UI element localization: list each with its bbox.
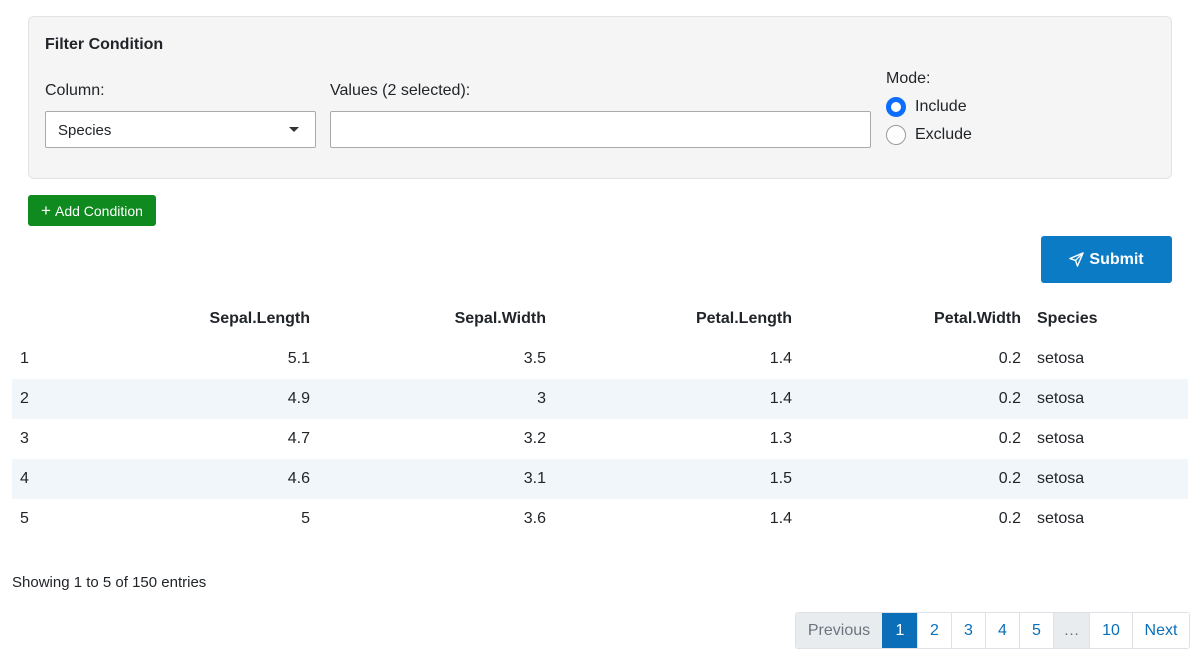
pagination-page-4[interactable]: 4 [985,613,1019,648]
cell-species: setosa [1037,510,1085,527]
cell-petal-width: 0.2 [998,510,1021,527]
add-condition-label: Add Condition [54,202,143,219]
add-condition-button[interactable]: + Add Condition [28,195,156,226]
cell-sepal-length: 4.6 [132,459,318,499]
cell-species: setosa [1037,430,1085,447]
cell-sepal-length: 5 [301,510,310,527]
cell-petal-length: 1.4 [769,510,792,527]
data-table: Sepal.Length Sepal.Width Petal.Length Pe… [12,299,1188,539]
cell-petal-width: 0.2 [800,459,1029,499]
cell-sepal-length: 4.7 [287,430,310,447]
pagination-page-3[interactable]: 3 [951,613,985,648]
cell-petal-length: 1.4 [554,379,800,419]
plus-icon: + [41,201,51,220]
cell-petal-width: 0.2 [998,350,1021,367]
table-row: 3 4.7 3.2 1.3 0.2 setosa [12,419,1188,459]
cell-sepal-width: 3.6 [523,510,546,527]
cell-petal-width: 0.2 [998,430,1021,447]
cell-petal-length: 1.4 [769,350,792,367]
pagination-ellipsis: … [1053,613,1089,648]
table-row: 5 5 3.6 1.4 0.2 setosa [12,499,1188,539]
caret-down-icon [289,127,299,132]
mode-include-option[interactable]: Include [886,97,967,117]
submit-label: Submit [1089,250,1144,268]
cell-index: 4 [12,459,132,499]
pagination: Previous 1 2 3 4 5 … 10 Next [795,612,1190,649]
cell-index: 1 [20,350,29,367]
paper-plane-icon [1069,252,1085,267]
table-row: 2 4.9 3 1.4 0.2 setosa [12,379,1188,419]
cell-index: 2 [12,379,132,419]
table-header-row: Sepal.Length Sepal.Width Petal.Length Pe… [12,299,1188,339]
column-header-index[interactable] [12,299,132,339]
pagination-page-2[interactable]: 2 [917,613,951,648]
pagination-next[interactable]: Next [1132,613,1189,648]
cell-sepal-width: 3.1 [318,459,554,499]
column-header-petal-width[interactable]: Petal.Width [800,299,1029,339]
cell-species: setosa [1029,459,1188,499]
column-header-species[interactable]: Species [1029,299,1188,339]
pagination-previous[interactable]: Previous [796,613,882,648]
cell-sepal-width: 3.2 [523,430,546,447]
cell-species: setosa [1037,350,1085,367]
cell-index: 3 [20,430,29,447]
submit-button[interactable]: Submit [1041,236,1172,283]
filter-condition-panel: Filter Condition Column: Species Values … [28,16,1172,179]
mode-include-label: Include [915,98,967,115]
cell-sepal-length: 5.1 [287,350,310,367]
pagination-page-10[interactable]: 10 [1089,613,1132,648]
column-select[interactable]: Species [45,111,316,148]
panel-title: Filter Condition [45,36,164,53]
column-header-sepal-width[interactable]: Sepal.Width [318,299,554,339]
cell-petal-width: 0.2 [800,379,1029,419]
values-input[interactable] [330,111,871,148]
cell-sepal-length: 4.9 [132,379,318,419]
mode-exclude-label: Exclude [915,126,972,143]
mode-label: Mode: [886,70,931,87]
radio-checked-icon[interactable] [886,97,906,117]
table-row: 4 4.6 3.1 1.5 0.2 setosa [12,459,1188,499]
radio-unchecked-icon[interactable] [886,125,906,145]
pagination-page-5[interactable]: 5 [1019,613,1053,648]
cell-index: 5 [20,510,29,527]
values-label: Values (2 selected): [330,82,471,99]
cell-petal-length: 1.5 [554,459,800,499]
table-info: Showing 1 to 5 of 150 entries [12,574,207,591]
column-header-petal-length[interactable]: Petal.Length [554,299,800,339]
table-row: 1 5.1 3.5 1.4 0.2 setosa [12,339,1188,379]
column-header-sepal-length[interactable]: Sepal.Length [132,299,318,339]
column-select-value: Species [58,122,112,139]
cell-species: setosa [1029,379,1188,419]
column-label: Column: [45,82,105,99]
cell-petal-length: 1.3 [769,430,792,447]
cell-sepal-width: 3 [318,379,554,419]
pagination-page-1[interactable]: 1 [882,613,917,648]
mode-exclude-option[interactable]: Exclude [886,125,972,145]
cell-sepal-width: 3.5 [523,350,546,367]
